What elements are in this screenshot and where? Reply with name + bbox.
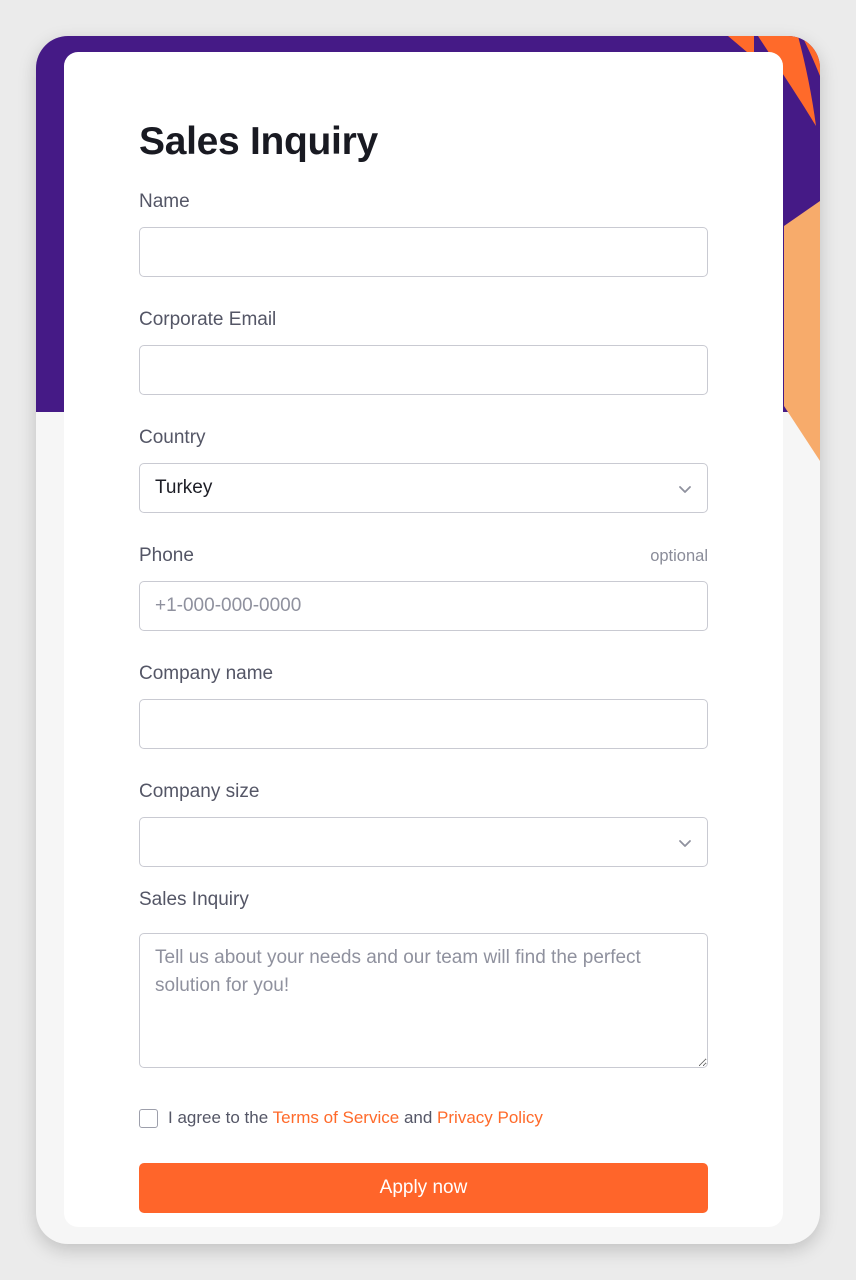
email-field: Corporate Email <box>139 308 708 395</box>
country-select[interactable]: Turkey <box>139 463 708 513</box>
optional-hint: optional <box>650 547 708 565</box>
country-label: Country <box>139 427 206 448</box>
agree-checkbox[interactable] <box>139 1108 158 1128</box>
phone-label: Phone <box>139 545 194 566</box>
agree-text: I agree to the Terms of Service and Priv… <box>168 1108 543 1128</box>
phone-input[interactable] <box>139 581 708 631</box>
inquiry-label: Sales Inquiry <box>139 889 249 910</box>
page-frame: Sales Inquiry Name Corporate Email Count… <box>36 36 820 1244</box>
chevron-down-icon <box>679 486 691 493</box>
name-label: Name <box>139 191 190 212</box>
agree-prefix: I agree to the <box>168 1108 269 1127</box>
company-name-input[interactable] <box>139 699 708 749</box>
terms-of-service-link[interactable]: Terms of Service <box>273 1108 400 1127</box>
email-input[interactable] <box>139 345 708 395</box>
name-field: Name <box>139 190 708 277</box>
chevron-down-icon <box>679 840 691 847</box>
email-label: Corporate Email <box>139 309 277 330</box>
company-name-field: Company name <box>139 662 708 749</box>
agree-and: and <box>403 1108 433 1127</box>
country-selected-value: Turkey <box>155 477 213 498</box>
phone-field: Phone optional <box>139 544 708 631</box>
company-size-field: Company size <box>139 780 708 867</box>
phone-label-row: Phone optional <box>139 544 708 568</box>
terms-agreement: I agree to the Terms of Service and Priv… <box>139 1108 708 1128</box>
page-title: Sales Inquiry <box>139 120 378 163</box>
apply-now-button[interactable]: Apply now <box>139 1163 708 1213</box>
inquiry-field: Sales Inquiry <box>139 888 708 1068</box>
sales-inquiry-form: Sales Inquiry Name Corporate Email Count… <box>139 114 708 1213</box>
inquiry-textarea[interactable] <box>139 933 708 1068</box>
company-name-label: Company name <box>139 663 274 684</box>
company-size-label: Company size <box>139 781 260 802</box>
name-input[interactable] <box>139 227 708 277</box>
privacy-policy-link[interactable]: Privacy Policy <box>437 1108 543 1127</box>
country-field: Country Turkey <box>139 426 708 513</box>
form-card: Sales Inquiry Name Corporate Email Count… <box>64 52 783 1227</box>
company-size-select[interactable] <box>139 817 708 867</box>
